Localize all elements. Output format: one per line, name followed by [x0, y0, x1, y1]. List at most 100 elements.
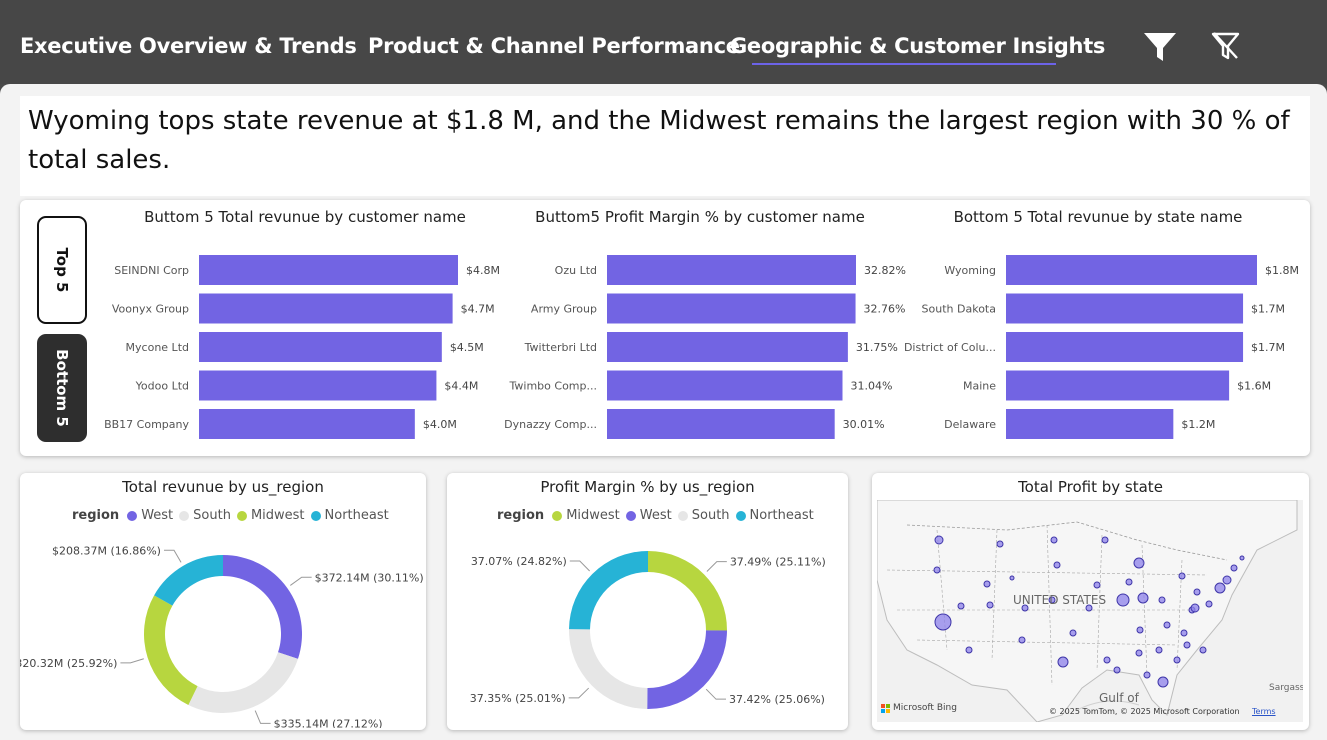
- bar-category-label: Ozu Ltd: [555, 264, 597, 277]
- legend-title: region: [72, 508, 120, 523]
- bar-category-label: Delaware: [944, 418, 996, 431]
- bar[interactable]: [199, 332, 442, 362]
- legend-title: region: [497, 508, 545, 523]
- bar-value-label: $1.7M: [1251, 303, 1285, 316]
- legend-item[interactable]: South: [677, 508, 730, 523]
- bar[interactable]: [199, 293, 453, 324]
- bar[interactable]: [1006, 370, 1230, 401]
- donut-chart-revenue-by-region: $372.14M (30.11%) $335.14M (27.12%) $320.3…: [20, 544, 424, 728]
- bar-category-label: District of Colu...: [904, 341, 996, 354]
- legend-item[interactable]: West: [625, 508, 672, 523]
- donut-leader-line: [290, 576, 312, 586]
- map-sea-label-2: Sargasso S: [1269, 683, 1303, 693]
- legend-item[interactable]: Northeast: [735, 508, 814, 523]
- legend-label: West: [639, 508, 672, 523]
- donut-leader-line: [706, 561, 727, 572]
- map-terms-link[interactable]: Terms: [1252, 707, 1276, 716]
- bing-logo-text: Microsoft Bing: [893, 703, 957, 713]
- map-credit: © 2025 TomTom, © 2025 Microsoft Corporat…: [1049, 707, 1240, 716]
- top-5-label: Top 5: [53, 247, 71, 293]
- bar-category-label: Maine: [963, 380, 996, 393]
- donut-2-legend: region Midwest West South Northeast: [497, 508, 820, 523]
- bar-chart-customer-margin: Ozu Ltd 32.82%Army Group 32.76%Twitterbri …: [504, 255, 906, 439]
- bar-chart-1-title: Buttom 5 Total revunue by customer name: [144, 208, 466, 226]
- bar[interactable]: [607, 370, 843, 401]
- bar-category-label: BB17 Company: [104, 418, 189, 431]
- donut-slice-label: $320.32M (25.92%): [20, 657, 117, 670]
- legend-label: Northeast: [324, 508, 389, 523]
- bar-chart-3-title: Bottom 5 Total revunue by state name: [953, 208, 1243, 226]
- donut-leader-line: [254, 710, 271, 724]
- donut-leader-line: [568, 687, 590, 699]
- legend-dot: [127, 510, 138, 521]
- bar[interactable]: [1006, 332, 1244, 362]
- donut-slice-label: 37.07% (24.82%): [471, 555, 567, 568]
- bar[interactable]: [199, 409, 415, 439]
- legend-dot: [236, 510, 247, 521]
- bottom-5-toggle-button[interactable]: Bottom 5: [37, 334, 87, 442]
- donut-slice[interactable]: [144, 595, 198, 705]
- bar[interactable]: [199, 370, 437, 401]
- bar-value-label: 31.04%: [850, 380, 892, 393]
- bar-category-label: South Dakota: [922, 303, 996, 316]
- donut-leader-line: [705, 688, 727, 700]
- bar[interactable]: [607, 293, 856, 324]
- tab-executive-overview[interactable]: Executive Overview & Trends: [20, 34, 357, 58]
- donut-slice[interactable]: [223, 555, 302, 659]
- bar-category-label: Twimbo Comp...: [509, 380, 597, 393]
- top-5-toggle-button[interactable]: Top 5: [37, 216, 87, 324]
- donut-slice[interactable]: [154, 555, 223, 606]
- bar-category-label: Yodoo Ltd: [135, 380, 189, 393]
- active-tab-underline: [752, 63, 1056, 65]
- donut-slice-label: 37.42% (25.06%): [729, 693, 825, 706]
- legend-item[interactable]: West: [127, 508, 173, 523]
- bar[interactable]: [607, 409, 835, 439]
- bar-value-label: 30.01%: [843, 418, 885, 431]
- bar-category-label: Twitterbri Ltd: [524, 341, 597, 354]
- legend-dot: [625, 510, 636, 521]
- bar-category-label: Mycone Ltd: [126, 341, 189, 354]
- tab-geographic-customer[interactable]: Geographic & Customer Insights: [730, 34, 1105, 58]
- bar-category-label: SEINDNI Corp: [114, 264, 189, 277]
- legend-dot: [735, 510, 746, 521]
- donut-slice[interactable]: [569, 629, 648, 709]
- legend-label: West: [141, 508, 174, 523]
- legend-label: Midwest: [250, 508, 305, 523]
- donut-2-title: Profit Margin % by us_region: [540, 478, 755, 496]
- legend-dot: [552, 510, 563, 521]
- bar[interactable]: [607, 332, 848, 362]
- headline-card: Wyoming tops state revenue at $1.8 M, an…: [20, 96, 1310, 196]
- bar-chart-2-title: Buttom5 Profit Margin % by customer name: [535, 208, 865, 226]
- donut-leader-line: [120, 658, 144, 664]
- bar[interactable]: [1006, 409, 1174, 439]
- legend-item[interactable]: Midwest: [552, 508, 620, 523]
- legend-dot: [179, 510, 190, 521]
- bottom-5-label: Bottom 5: [53, 349, 71, 427]
- bar-value-label: 31.75%: [856, 341, 898, 354]
- us-profit-map[interactable]: UNITED STATES Gulf of Sargasso S: [877, 500, 1303, 722]
- legend-item[interactable]: Midwest: [236, 508, 305, 523]
- legend-label: South: [193, 508, 231, 523]
- clear-filter-icon[interactable]: [1210, 30, 1242, 68]
- tab-product-channel[interactable]: Product & Channel Performance: [368, 34, 740, 58]
- donut-slice[interactable]: [647, 630, 727, 709]
- donut-slice-label: 37.35% (25.01%): [470, 692, 566, 705]
- bar-value-label: $4.4M: [444, 380, 478, 393]
- bar-chart-state-revenue: Wyoming $1.8M South Dakota $1.7M District of…: [904, 255, 1299, 439]
- bar[interactable]: [199, 255, 458, 285]
- legend-item[interactable]: South: [179, 508, 231, 523]
- bar[interactable]: [1006, 293, 1244, 324]
- map-title: Total Profit by state: [1018, 478, 1163, 496]
- bar-value-label: $1.6M: [1237, 380, 1271, 393]
- donut-slice[interactable]: [188, 652, 298, 713]
- bar[interactable]: [607, 255, 856, 285]
- legend-label: Midwest: [566, 508, 620, 523]
- legend-item[interactable]: Northeast: [310, 508, 389, 523]
- bar-value-label: $1.7M: [1251, 341, 1285, 354]
- map-country-label: UNITED STATES: [1013, 593, 1106, 607]
- legend-label: South: [691, 508, 730, 523]
- filter-icon[interactable]: [1142, 30, 1178, 68]
- bar[interactable]: [1006, 255, 1257, 285]
- donut-chart-margin-by-region: 37.49% (25.11%) 37.42% (25.06%) 37.35% (25…: [470, 551, 826, 709]
- donut-leader-line: [163, 549, 182, 563]
